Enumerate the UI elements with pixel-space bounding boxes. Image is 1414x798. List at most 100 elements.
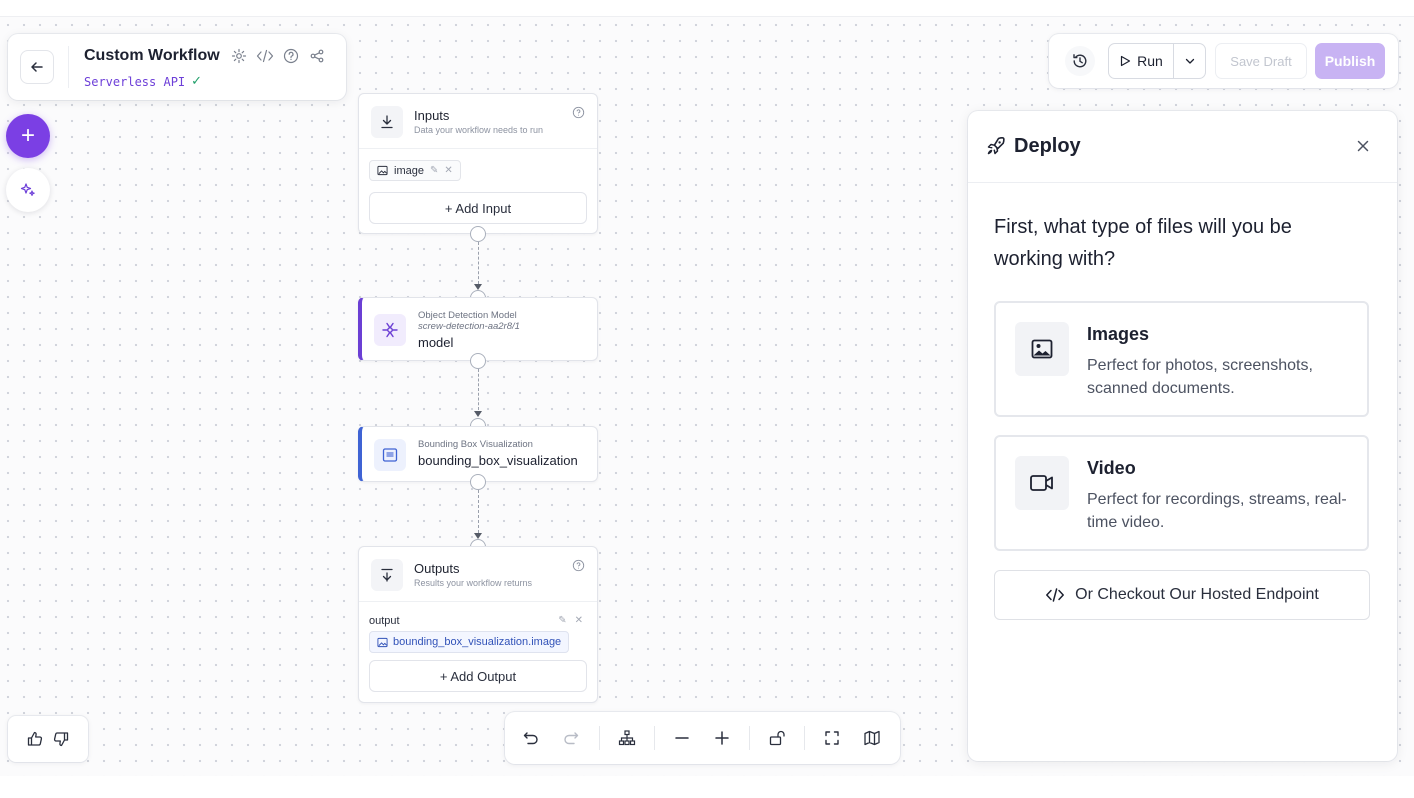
output-value-label: bounding_box_visualization.image xyxy=(393,636,562,648)
images-option-icon xyxy=(1015,322,1069,376)
deploy-header: Deploy xyxy=(968,111,1397,183)
image-icon xyxy=(377,165,388,176)
help-icon[interactable] xyxy=(282,47,300,65)
run-label: Run xyxy=(1137,53,1163,69)
bounding-box-icon xyxy=(382,448,398,462)
add-output-button[interactable]: + Add Output xyxy=(369,660,587,692)
hosted-endpoint-button[interactable]: Or Checkout Our Hosted Endpoint xyxy=(994,570,1370,620)
inputs-help-icon[interactable] xyxy=(572,106,585,119)
arrow-icon xyxy=(474,411,482,417)
add-block-button[interactable]: + xyxy=(6,114,50,158)
download-icon xyxy=(381,115,393,129)
unlock-icon xyxy=(769,730,785,746)
file-type-question: First, what type of files will you be wo… xyxy=(994,216,1292,270)
add-input-button[interactable]: + Add Input xyxy=(369,192,587,224)
remove-icon[interactable]: ✕ xyxy=(575,615,583,626)
bbox-node-icon xyxy=(374,439,406,471)
edge-bbox-outputs xyxy=(478,490,479,533)
zoom-out-button[interactable] xyxy=(671,727,693,749)
undo-icon xyxy=(523,732,538,745)
input-chip-label: image xyxy=(394,164,424,177)
play-icon xyxy=(1121,55,1131,67)
inputs-node[interactable]: Inputs Data your workflow needs to run i… xyxy=(358,93,598,234)
image-icon xyxy=(377,637,388,647)
upload-icon xyxy=(381,568,393,582)
outputs-help-icon[interactable] xyxy=(572,559,585,572)
settings-icon[interactable] xyxy=(230,47,248,65)
history-icon xyxy=(1073,54,1087,68)
outputs-title: Outputs xyxy=(414,561,460,576)
thumbs-up-icon[interactable] xyxy=(26,730,44,748)
check-icon: ✓ xyxy=(191,74,203,89)
deployment-type: Serverless API xyxy=(84,74,186,89)
model-node-kind: Object Detection Model xyxy=(418,310,517,321)
plus-icon: + xyxy=(20,122,35,149)
publish-button[interactable]: Publish xyxy=(1315,43,1385,79)
run-options-button[interactable] xyxy=(1173,44,1205,78)
inputs-output-port[interactable] xyxy=(470,226,486,242)
model-node-icon xyxy=(374,314,406,346)
edit-icon[interactable]: ✎ xyxy=(558,615,566,626)
sparkles-icon xyxy=(20,183,35,196)
thumbs-down-icon[interactable] xyxy=(52,730,70,748)
history-button[interactable] xyxy=(1065,46,1095,76)
save-draft-button[interactable]: Save Draft xyxy=(1215,43,1307,79)
bbox-node-kind: Bounding Box Visualization xyxy=(418,439,533,450)
inputs-separator xyxy=(359,148,597,149)
header-divider xyxy=(68,46,69,88)
auto-layout-button[interactable] xyxy=(616,727,638,749)
video-option[interactable]: Video Perfect for recordings, streams, r… xyxy=(994,435,1369,551)
toolbar-divider xyxy=(749,726,750,750)
plus-icon xyxy=(715,731,729,745)
workflow-title: Custom Workflow xyxy=(84,47,220,64)
images-option-description: Perfect for photos, screenshots, scanned… xyxy=(1087,357,1313,397)
video-option-description: Perfect for recordings, streams, real-ti… xyxy=(1087,491,1347,531)
inputs-node-icon xyxy=(371,106,403,138)
video-icon xyxy=(1030,475,1053,491)
share-icon[interactable] xyxy=(308,47,326,65)
close-icon[interactable] xyxy=(1355,138,1371,154)
back-button[interactable] xyxy=(20,50,54,84)
code-icon[interactable] xyxy=(256,47,274,65)
output-name: output xyxy=(369,615,400,627)
redo-button[interactable] xyxy=(560,727,582,749)
output-value-chip[interactable]: bounding_box_visualization.image xyxy=(369,631,570,653)
toolbar-divider xyxy=(599,726,600,750)
ai-assistant-button[interactable] xyxy=(6,168,50,212)
outputs-separator xyxy=(359,601,597,602)
edit-icon[interactable]: ✎ xyxy=(430,165,438,176)
feedback-controls xyxy=(8,716,88,762)
canvas-controls xyxy=(505,712,900,764)
remove-icon[interactable]: ✕ xyxy=(444,165,452,176)
workflow-toolbar: Run Save Draft Publish xyxy=(1049,34,1398,88)
image-icon xyxy=(1031,339,1053,359)
images-option[interactable]: Images Perfect for photos, screenshots, … xyxy=(994,301,1369,417)
toolbar-divider xyxy=(654,726,655,750)
fullscreen-icon xyxy=(825,731,839,745)
bbox-output-port[interactable] xyxy=(470,474,486,490)
top-strip xyxy=(0,0,1414,16)
model-node-name: model xyxy=(418,335,454,350)
model-output-port[interactable] xyxy=(470,353,486,369)
minus-icon xyxy=(675,737,689,739)
edge-inputs-model xyxy=(478,242,479,284)
lock-button[interactable] xyxy=(766,727,788,749)
undo-button[interactable] xyxy=(520,727,542,749)
workflow-actions xyxy=(230,47,326,65)
run-button[interactable]: Run xyxy=(1109,44,1173,78)
minimap-button[interactable] xyxy=(861,727,883,749)
rocket-icon xyxy=(987,137,1005,155)
map-icon xyxy=(864,730,880,746)
workflow-header: Custom Workflow Serverless API ✓ xyxy=(8,34,346,100)
input-chip-image[interactable]: image ✎ ✕ xyxy=(369,160,461,181)
hierarchy-icon xyxy=(618,730,636,746)
zoom-in-button[interactable] xyxy=(711,727,733,749)
model-node[interactable]: Object Detection Model screw-detection-a… xyxy=(358,297,598,361)
redo-icon xyxy=(564,732,579,745)
bbox-node-name: bounding_box_visualization xyxy=(418,453,578,468)
outputs-node[interactable]: Outputs Results your workflow returns ou… xyxy=(358,546,598,703)
hosted-endpoint-label: Or Checkout Our Hosted Endpoint xyxy=(1075,586,1319,603)
code-icon xyxy=(1046,588,1065,602)
video-option-icon xyxy=(1015,456,1069,510)
fit-view-button[interactable] xyxy=(821,727,843,749)
